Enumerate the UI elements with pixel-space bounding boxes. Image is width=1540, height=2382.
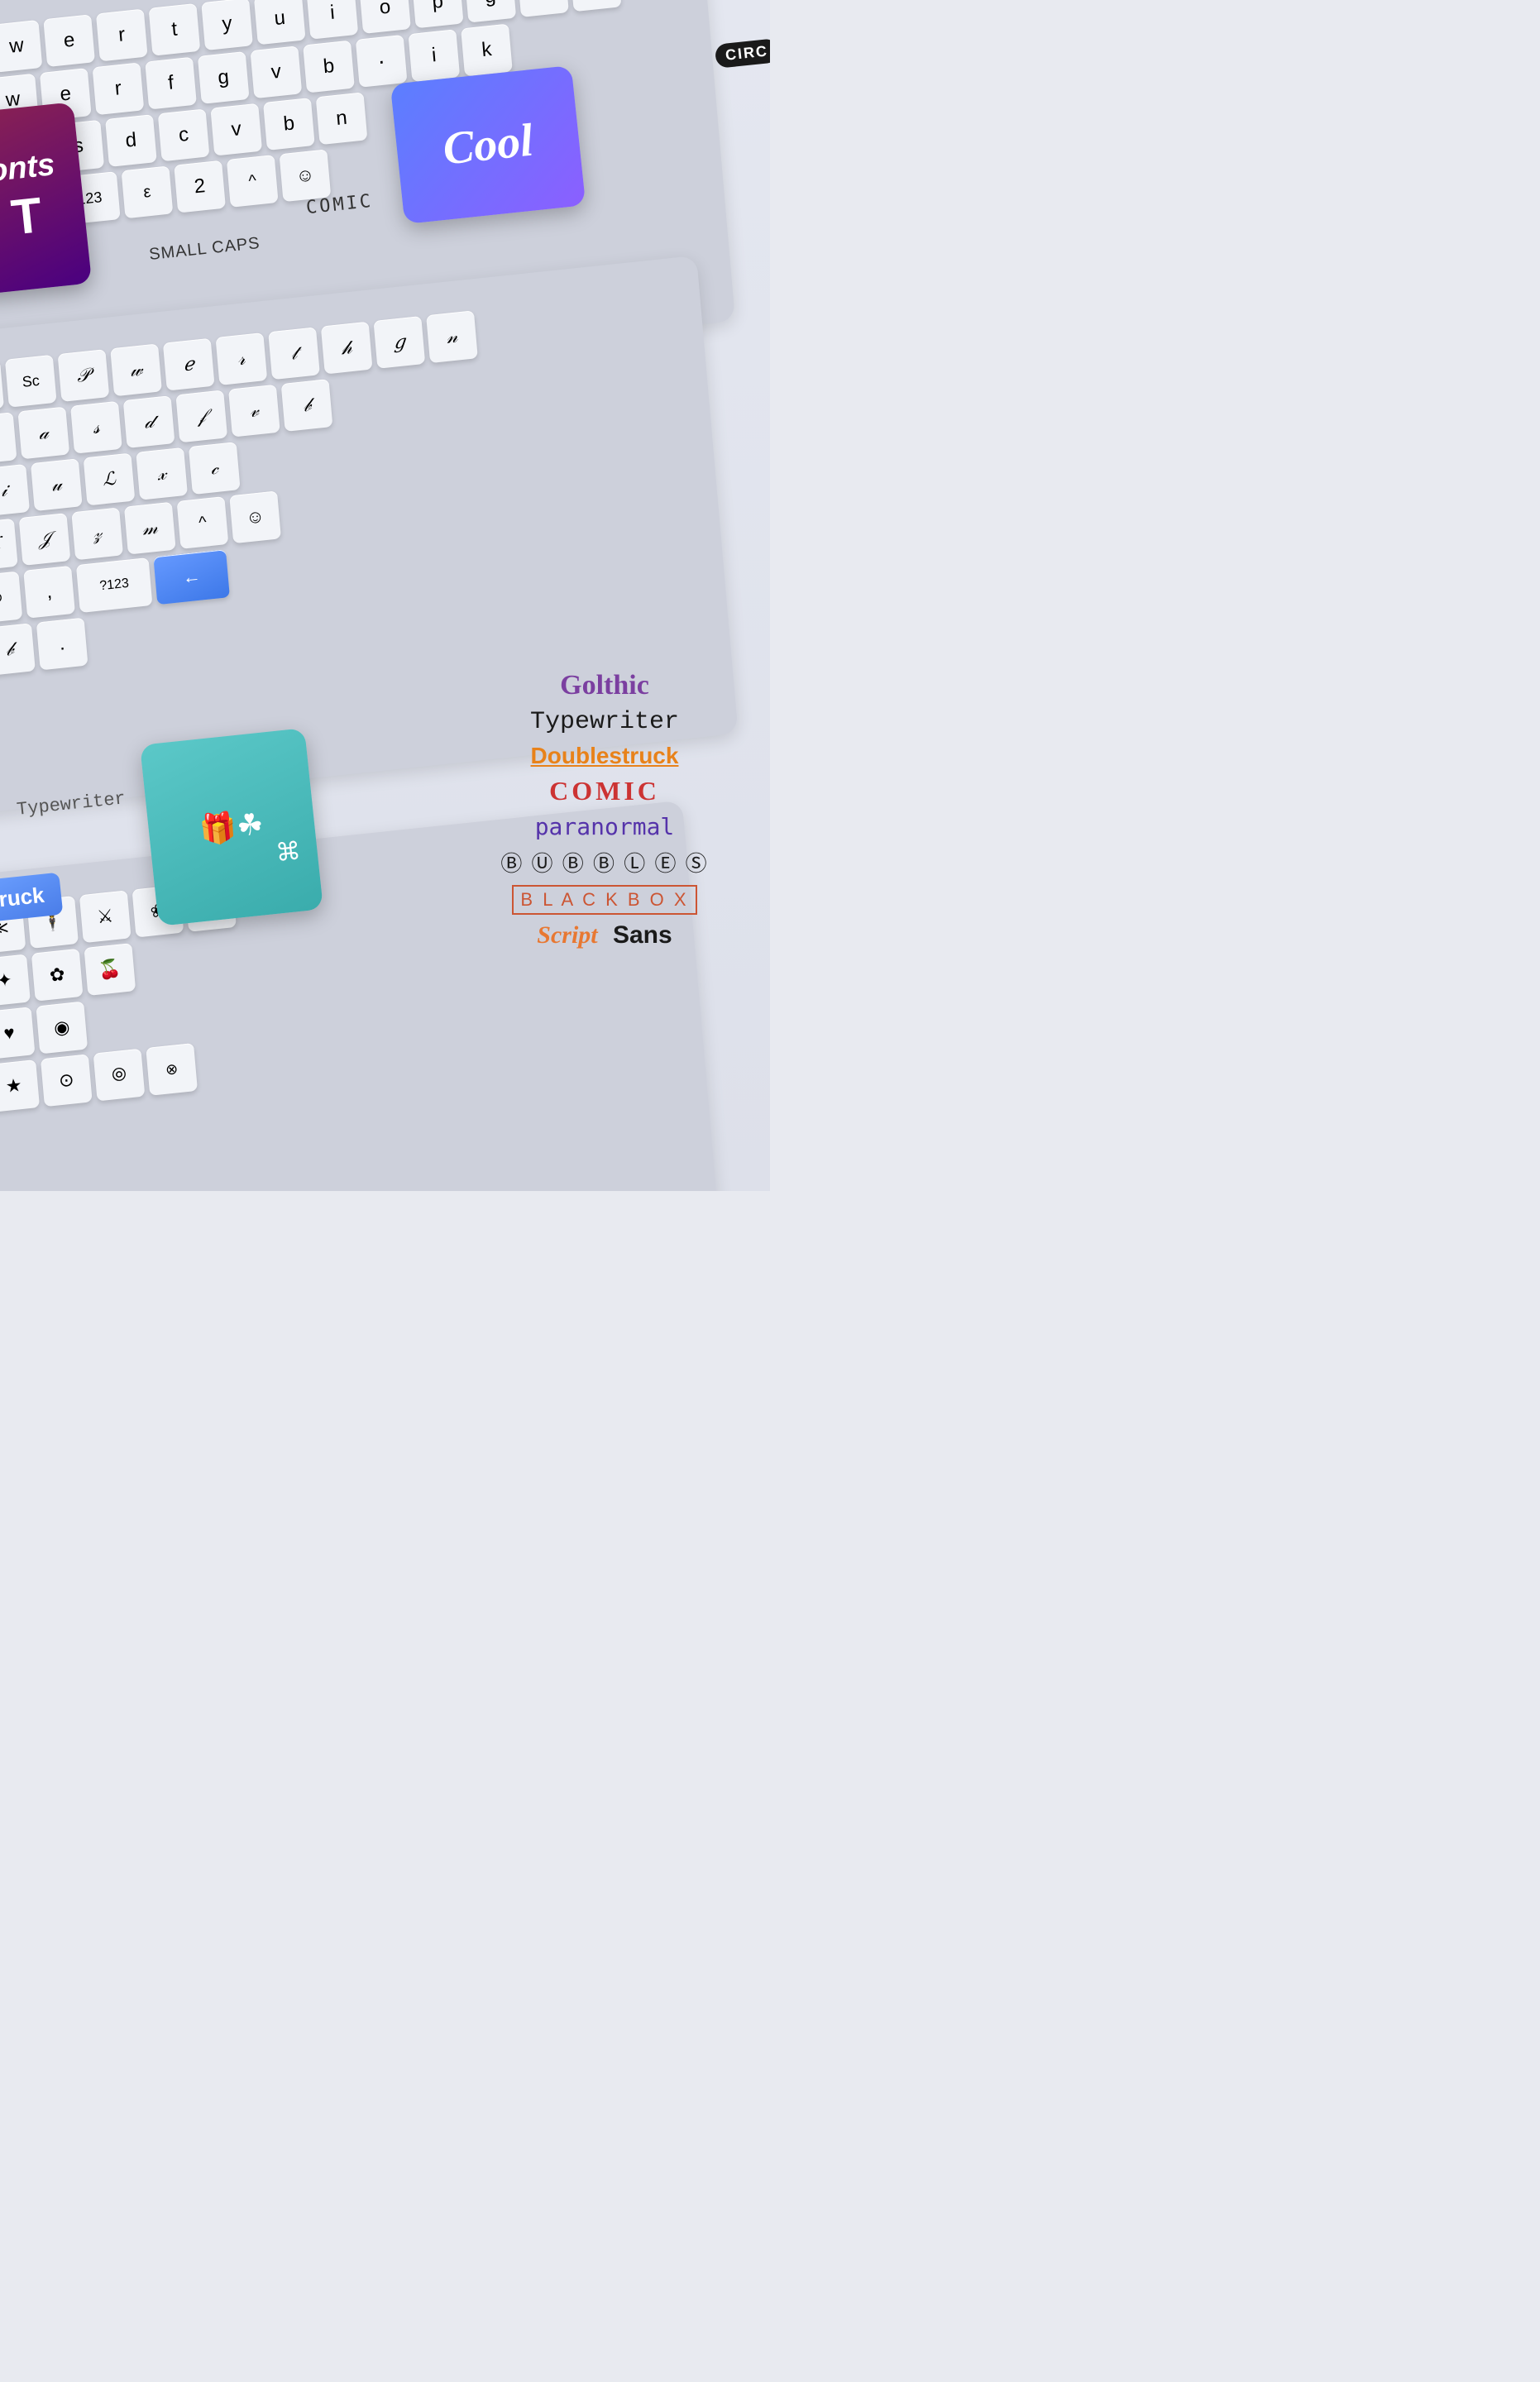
key-script-u[interactable]: 𝓊 — [31, 458, 83, 511]
key-g[interactable]: g — [464, 0, 516, 23]
key-script-x[interactable]: 𝓍 — [136, 447, 188, 500]
key-script-i[interactable]: 𝒾 — [0, 464, 30, 517]
key-k[interactable]: k — [461, 24, 513, 77]
key-2[interactable]: 2 — [174, 160, 226, 213]
font-typewriter[interactable]: Typewriter — [530, 708, 679, 736]
key-smiley[interactable]: ☺ — [280, 149, 332, 202]
font-comic[interactable]: COMIC — [549, 776, 660, 806]
key-sym-star2[interactable]: ✦ — [0, 954, 31, 1007]
key-r2[interactable]: r — [93, 62, 145, 115]
key-script-f[interactable]: 𝒻 — [175, 390, 227, 442]
teal-icon-clover: ☘ — [235, 806, 265, 844]
key-script-m[interactable]: 𝓂 — [124, 502, 176, 555]
key-n3[interactable]: 𝓃 — [426, 310, 478, 363]
key-sc[interactable]: Sc — [5, 355, 57, 408]
key-script-j2[interactable]: 𝒥 — [19, 513, 71, 566]
font-paranormal[interactable]: paranormal — [535, 813, 675, 840]
key-script-g[interactable]: 𝑔 — [373, 316, 425, 369]
key-b3[interactable]: b — [263, 98, 315, 151]
key-script-v[interactable]: 𝓋 — [228, 385, 280, 438]
badge-teal: 🎁 ☘ ⌘ — [140, 728, 323, 926]
key-dot[interactable]: · — [356, 35, 408, 88]
key-g2[interactable]: g — [198, 51, 250, 104]
badge-fonts-icon: T — [8, 186, 45, 246]
teal-icon-gift: 🎁 — [198, 809, 238, 847]
key-caret[interactable]: ^ — [227, 155, 279, 208]
key-n[interactable]: n — [570, 0, 622, 12]
key-script-q[interactable]: 𝓆 — [0, 412, 17, 465]
key-script-s[interactable]: 𝓈 — [70, 401, 122, 454]
key-b[interactable]: b — [517, 0, 569, 17]
key-epsilon[interactable]: ε — [122, 165, 174, 218]
font-gothic[interactable]: Golthic — [560, 670, 649, 701]
truck-text: truck — [0, 882, 45, 912]
key-sym-starf[interactable]: ★ — [0, 1059, 40, 1112]
key-w[interactable]: w — [0, 20, 42, 73]
font-list: Golthic Typewriter Doublestruck COMIC pa… — [456, 670, 753, 949]
key-d[interactable]: d — [105, 114, 157, 167]
page-container: ≡ w e r t y u i o p g b n q w e r f g v … — [0, 0, 770, 1191]
key-o[interactable]: o — [359, 0, 411, 34]
key-sym-fork[interactable]: ⚔ — [79, 890, 132, 943]
key-backspace2[interactable]: ⊗ — [0, 572, 22, 624]
key-sym-circle-dot[interactable]: ◉ — [36, 1002, 88, 1055]
key-sym-backspace3[interactable]: ⊗ — [146, 1043, 198, 1096]
key-script-c[interactable]: 𝒸 — [189, 442, 241, 495]
font-script-sans[interactable]: Script Sans — [537, 921, 672, 949]
key-period[interactable]: . — [36, 618, 88, 671]
key-script-r[interactable]: 𝓇 — [216, 332, 268, 385]
badge-cool-text: Cool — [440, 113, 535, 175]
key-b2[interactable]: b — [303, 41, 355, 93]
key-serif2[interactable]: Serif — [0, 361, 4, 414]
key-sym-heart[interactable]: ♥ — [0, 1007, 35, 1059]
key-n2[interactable]: n — [316, 92, 368, 145]
key-e[interactable]: e — [43, 14, 95, 67]
key-i2[interactable]: i — [408, 29, 460, 82]
key-sym-flower2[interactable]: ✿ — [31, 949, 84, 1002]
badge-cool: Cool — [390, 65, 586, 224]
font-doublestruck[interactable]: Doublestruck — [531, 743, 679, 769]
key-script-t[interactable]: 𝓉 — [268, 327, 320, 380]
key-v[interactable]: v — [210, 103, 262, 156]
key-script-h2[interactable]: ℋ — [0, 519, 18, 572]
key-c[interactable]: c — [158, 108, 210, 161]
key-script-d[interactable]: 𝒹 — [123, 395, 175, 448]
circ-label: CIRC — [715, 38, 770, 69]
key-i[interactable]: i — [307, 0, 359, 40]
key-script-z[interactable]: 𝓏 — [71, 507, 123, 560]
key-u[interactable]: u — [254, 0, 306, 45]
key-script-b2[interactable]: 𝒷 — [0, 623, 36, 676]
badge-fonts-text: onts — [0, 149, 56, 187]
key-v2[interactable]: v — [251, 45, 303, 98]
key-p[interactable]: p — [412, 0, 464, 28]
teal-icon-command: ⌘ — [275, 837, 302, 868]
key-sym-circle2[interactable]: ⊙ — [41, 1054, 93, 1107]
key-script-a[interactable]: 𝒶 — [17, 407, 69, 460]
key-num2[interactable]: ?123 — [76, 557, 153, 613]
font-bubbles[interactable]: Ⓑ Ⓤ Ⓑ Ⓑ Ⓛ Ⓔ Ⓢ — [500, 847, 708, 878]
key-script-e[interactable]: 𝑒 — [163, 338, 215, 391]
key-y[interactable]: y — [201, 0, 253, 50]
key-script-p[interactable]: 𝒫 — [58, 349, 110, 402]
font-blackbox[interactable]: B L A C K B O X — [512, 884, 696, 915]
key-script-w[interactable]: 𝓌 — [110, 343, 162, 396]
key-script-l[interactable]: ℒ — [84, 453, 136, 506]
key-r[interactable]: r — [96, 9, 148, 62]
key-caret2[interactable]: ^ — [177, 496, 229, 549]
key-script-h[interactable]: 𝒽 — [321, 322, 373, 375]
key-enter2[interactable]: ← — [153, 549, 230, 605]
key-sym-bullseye[interactable]: ⦾ — [93, 1049, 146, 1102]
key-sym-cherry[interactable]: 🍒 — [84, 943, 136, 996]
key-smiley2[interactable]: ☺ — [229, 490, 281, 543]
key-f[interactable]: f — [145, 57, 197, 110]
key-t[interactable]: t — [149, 3, 201, 56]
key-comma2[interactable]: , — [23, 566, 75, 619]
key-script-b[interactable]: 𝒷 — [281, 379, 333, 432]
